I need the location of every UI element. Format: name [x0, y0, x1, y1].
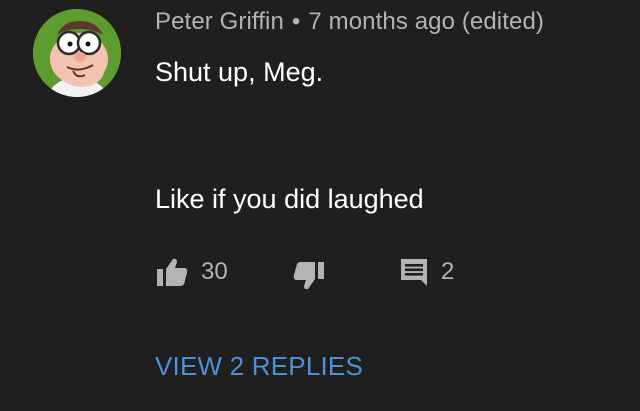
comment-icon: [401, 259, 427, 286]
author-name[interactable]: Peter Griffin: [155, 8, 284, 35]
comment-timestamp: 7 months ago (edited): [308, 8, 544, 35]
like-count: 30: [201, 258, 228, 285]
peter-griffin-avatar-icon: [33, 9, 121, 97]
view-replies-button[interactable]: VIEW 2 REPLIES: [155, 351, 363, 382]
reply-button[interactable]: 2: [399, 256, 454, 288]
comment-text-line: Shut up, Meg.: [155, 57, 324, 87]
comment-meta: Peter Griffin • 7 months ago (edited): [155, 8, 544, 36]
reply-count: 2: [441, 258, 455, 285]
dislike-button[interactable]: [292, 260, 326, 292]
meta-separator: •: [291, 8, 301, 35]
thumbs-up-icon: [157, 258, 188, 286]
comment-actions: 30 2: [155, 256, 475, 292]
like-button[interactable]: 30: [155, 256, 228, 288]
comment-text-line: Like if you did laughed: [155, 184, 424, 214]
avatar[interactable]: [33, 9, 121, 97]
thumbs-down-icon: [293, 262, 324, 290]
comment: Peter Griffin • 7 months ago (edited) Shut…: [0, 0, 640, 411]
